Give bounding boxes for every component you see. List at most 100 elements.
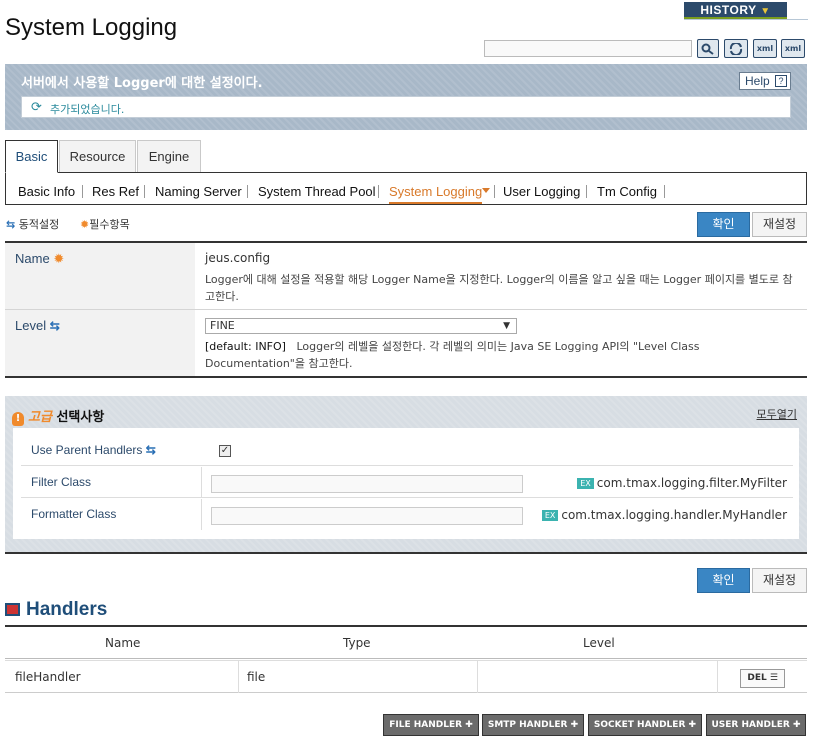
filter-class-label: Filter Class xyxy=(31,475,92,489)
sub-navigation: Basic Info Res Ref Naming Server System … xyxy=(5,172,807,205)
form-row-name: Name ✹ jeus.config Logger에 대해 설정을 적용할 해당… xyxy=(5,243,807,310)
help-button[interactable]: Help? xyxy=(739,72,791,90)
section-icon xyxy=(5,603,20,616)
formatter-class-label: Formatter Class xyxy=(31,507,117,521)
column-header-level: Level xyxy=(583,636,615,650)
chevron-down-icon xyxy=(482,188,490,193)
table-row: fileHandler file DEL ☰ xyxy=(5,660,807,693)
form-row-level: Level ⇆ FINE ▼ [default: INFO] Logger의 레벨… xyxy=(5,310,807,376)
formatter-class-example: EX com.tmax.logging.handler.MyHandler xyxy=(541,508,787,522)
subnav-res-ref[interactable]: Res Ref xyxy=(92,184,139,199)
name-value: jeus.config xyxy=(205,251,271,265)
example-badge: EX xyxy=(577,478,594,489)
add-icon: ✚ xyxy=(570,720,579,730)
chevron-down-icon: ▼ xyxy=(760,6,771,17)
history-button[interactable]: HISTORY ▼ xyxy=(684,2,787,19)
refresh-icon: ⟳ xyxy=(31,100,42,115)
subnav-system-logging[interactable]: System Logging xyxy=(389,184,483,204)
level-label: Level ⇆ xyxy=(5,310,195,376)
refresh-icon[interactable] xyxy=(724,39,748,58)
formatter-class-input[interactable] xyxy=(211,507,523,525)
handler-name: fileHandler xyxy=(15,670,81,684)
status-message: ⟳ 추가되었습니다. xyxy=(21,96,791,118)
dropdown-arrow-icon: ▼ xyxy=(503,321,510,331)
use-parent-handlers-checkbox[interactable]: ✓ xyxy=(219,445,231,457)
legend-dynamic: ⇆ 동적설정 xyxy=(6,216,59,232)
use-parent-handlers-label: Use Parent Handlers ⇆ xyxy=(31,443,156,457)
search-input[interactable] xyxy=(484,40,692,57)
example-badge: EX xyxy=(541,510,559,521)
advanced-options-panel: ! 고급 선택사항 모두열기 Use Parent Handlers ⇆ ✓ Fi… xyxy=(5,396,807,554)
divider xyxy=(201,499,202,530)
level-select[interactable]: FINE ▼ xyxy=(205,318,517,334)
help-label: Help xyxy=(745,74,770,88)
reset-button-bottom[interactable]: 재설정 xyxy=(752,568,807,593)
filter-class-input[interactable] xyxy=(211,475,523,493)
subnav-user-logging[interactable]: User Logging xyxy=(503,184,580,199)
divider xyxy=(664,185,665,198)
column-header-name: Name xyxy=(105,636,141,650)
legend-required-label: 필수항목 xyxy=(89,218,130,231)
delete-icon: ☰ xyxy=(769,673,778,683)
divider xyxy=(378,185,379,198)
handler-type: file xyxy=(247,670,266,684)
dynamic-setting-icon: ⇆ xyxy=(49,319,60,333)
name-help: Logger에 대해 설정을 적용할 해당 Logger Name을 지정한다.… xyxy=(205,273,793,303)
add-socket-handler-button[interactable]: SOCKET HANDLER ✚ xyxy=(588,714,702,736)
history-divider xyxy=(684,19,808,20)
add-icon: ✚ xyxy=(792,720,801,730)
tab-basic[interactable]: Basic xyxy=(5,140,58,173)
divider xyxy=(144,185,145,198)
description-panel: 서버에서 사용할 Logger에 대한 설정이다. Help? ⟳ 추가되었습니… xyxy=(5,64,807,130)
status-message-text: 추가되었습니다. xyxy=(50,103,125,116)
required-icon: ✹ xyxy=(80,218,90,231)
divider xyxy=(717,661,718,693)
divider xyxy=(247,185,248,198)
subnav-tm-config[interactable]: Tm Config xyxy=(597,184,657,199)
required-icon: ✹ xyxy=(53,251,65,266)
divider xyxy=(238,661,239,693)
handlers-table: Name Type Level fileHandler file DEL ☰ xyxy=(5,625,807,693)
confirm-button-bottom[interactable]: 확인 xyxy=(697,568,750,593)
legend-required: ✹필수항목 xyxy=(80,216,130,232)
delete-handler-button[interactable]: DEL ☰ xyxy=(740,669,785,688)
tab-engine[interactable]: Engine xyxy=(137,140,201,173)
level-help: [default: INFO] Logger의 레벨을 설정한다. 각 레벨의 … xyxy=(205,340,700,370)
confirm-button[interactable]: 확인 xyxy=(697,212,750,237)
table-header: Name Type Level xyxy=(5,627,807,659)
divider xyxy=(586,185,587,198)
question-icon: ? xyxy=(775,75,787,87)
formatter-class-row: Formatter Class EX com.tmax.logging.handl… xyxy=(21,499,793,530)
add-user-handler-button[interactable]: USER HANDLER ✚ xyxy=(706,714,806,736)
advanced-options-title: ! 고급 선택사항 xyxy=(12,406,104,426)
name-label: Name ✹ xyxy=(5,243,195,309)
search-icon[interactable] xyxy=(697,39,719,58)
xml-import-icon[interactable]: xml xyxy=(781,39,805,58)
filter-class-row: Filter Class EX com.tmax.logging.filter.M… xyxy=(21,467,793,498)
alert-icon: ! xyxy=(12,412,24,426)
level-default: [default: INFO] xyxy=(205,340,286,353)
divider xyxy=(494,185,495,198)
subnav-system-thread-pool[interactable]: System Thread Pool xyxy=(258,184,376,199)
description-text: 서버에서 사용할 Logger에 대한 설정이다. xyxy=(21,76,263,91)
add-smtp-handler-button[interactable]: SMTP HANDLER ✚ xyxy=(482,714,584,736)
divider xyxy=(82,185,83,198)
divider xyxy=(201,467,202,497)
filter-class-example: EX com.tmax.logging.filter.MyFilter xyxy=(577,476,787,490)
column-header-type: Type xyxy=(343,636,371,650)
xml-export-icon[interactable]: xml xyxy=(753,39,777,58)
page-title: System Logging xyxy=(5,14,178,41)
add-icon: ✚ xyxy=(465,720,473,730)
subnav-naming-server[interactable]: Naming Server xyxy=(155,184,242,199)
history-label: HISTORY xyxy=(700,3,757,17)
advanced-options-body: Use Parent Handlers ⇆ ✓ Filter Class EX c… xyxy=(13,428,799,539)
dynamic-setting-icon: ⇆ xyxy=(145,443,156,457)
dynamic-setting-icon: ⇆ xyxy=(6,218,16,231)
subnav-basic-info[interactable]: Basic Info xyxy=(18,184,75,199)
basic-form: Name ✹ jeus.config Logger에 대해 설정을 적용할 해당… xyxy=(5,241,807,378)
reset-button[interactable]: 재설정 xyxy=(752,212,807,237)
tab-resource[interactable]: Resource xyxy=(59,140,136,173)
expand-all-link[interactable]: 모두열기 xyxy=(757,406,797,422)
handlers-title: Handlers xyxy=(5,599,107,621)
add-file-handler-button[interactable]: FILE HANDLER ✚ xyxy=(383,714,479,736)
